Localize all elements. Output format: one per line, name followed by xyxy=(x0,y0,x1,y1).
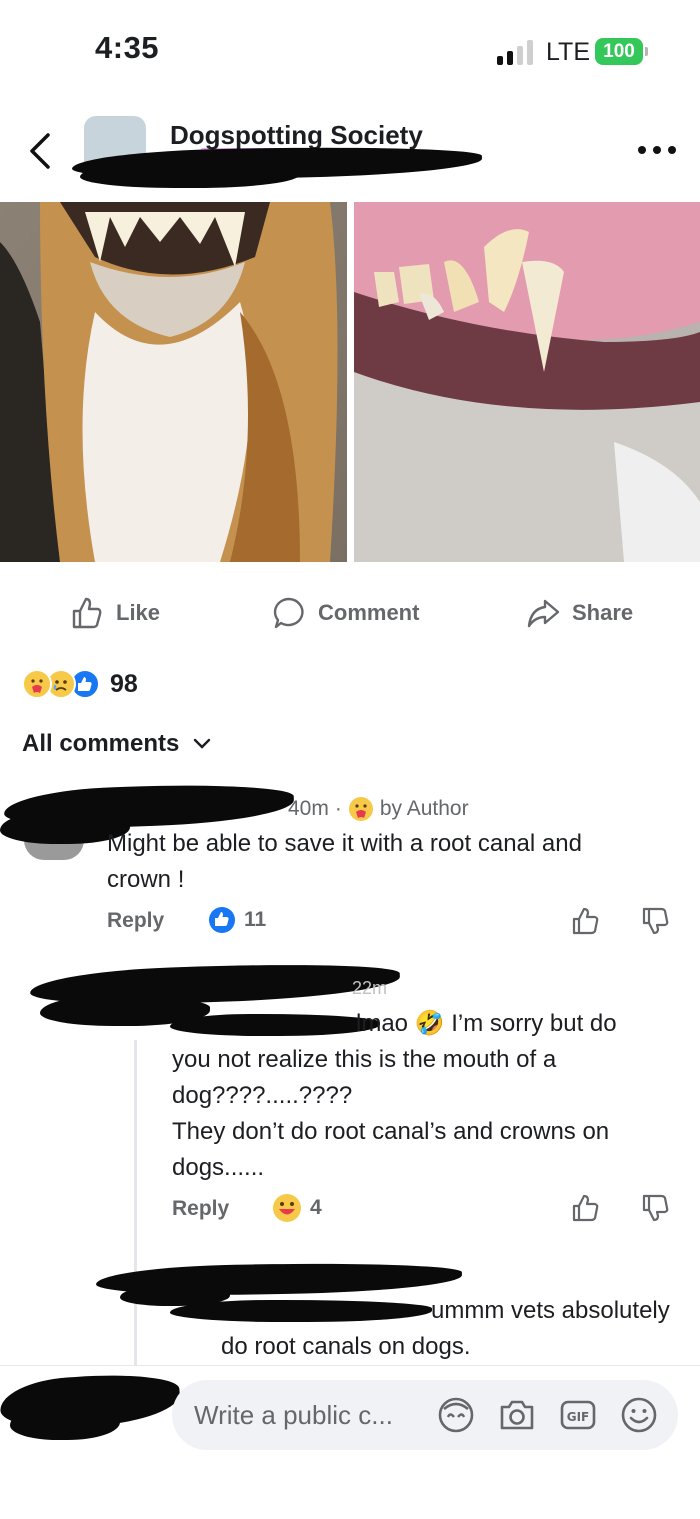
like-label: Like xyxy=(116,600,161,625)
like-emoji-icon xyxy=(209,907,235,933)
comment-input[interactable]: Write a public c... GIF xyxy=(172,1380,678,1450)
care-emoji-icon xyxy=(348,797,373,821)
redaction-mark xyxy=(80,162,300,188)
comment-line: dogs...... xyxy=(172,1154,265,1181)
comment-like-count[interactable]: 11 xyxy=(208,906,266,934)
avatar-sticker-icon[interactable] xyxy=(436,1395,476,1435)
comment-meta: 40m · by Author xyxy=(288,796,469,822)
dog-photo-right xyxy=(354,202,700,562)
comment-line: do root canals on dogs. xyxy=(221,1333,471,1360)
grin-emoji-icon xyxy=(273,1194,301,1222)
comment-line: dog????.....???? xyxy=(172,1082,353,1109)
group-header: Dogspotting Society xyxy=(0,100,700,198)
author-badge: by Author xyxy=(379,797,469,820)
emoji-icon[interactable] xyxy=(619,1395,659,1435)
thumbs-up-icon[interactable] xyxy=(571,1193,601,1223)
comment-body: ummm vets absolutely do root canals on d… xyxy=(221,1293,670,1365)
comment-composer-bar: Write a public c... GIF xyxy=(0,1365,700,1519)
post-photo-right[interactable] xyxy=(354,202,700,562)
reply-button[interactable]: Reply xyxy=(107,909,164,933)
share-arrow-icon xyxy=(527,599,560,628)
status-time: 4:35 xyxy=(95,30,160,65)
comment-label: Comment xyxy=(318,600,420,625)
battery-icon: 100 xyxy=(595,38,648,65)
meta-separator: · xyxy=(334,797,342,820)
thumbs-down-icon[interactable] xyxy=(641,906,671,936)
post-photo-left[interactable] xyxy=(0,202,347,562)
redaction-mark xyxy=(10,1406,120,1440)
like-button[interactable]: Like xyxy=(70,595,160,631)
comments-filter-dropdown[interactable]: All comments xyxy=(22,730,211,758)
camera-icon[interactable] xyxy=(497,1395,537,1435)
comment-meta: 22m xyxy=(352,978,387,999)
like-count: 11 xyxy=(244,908,267,931)
thumbs-down-icon[interactable] xyxy=(641,1193,671,1223)
post-action-bar: Like Comment Share xyxy=(0,585,700,641)
share-label: Share xyxy=(572,600,634,625)
comment-line: They don’t do root canal’s and crowns on xyxy=(172,1118,610,1145)
svg-text:GIF: GIF xyxy=(567,1410,590,1424)
thumbs-up-icon xyxy=(72,597,102,629)
more-horizontal-icon[interactable] xyxy=(638,146,678,156)
thumbs-up-icon[interactable] xyxy=(571,906,601,936)
care-emoji-icon xyxy=(22,669,52,699)
reply-thread-line xyxy=(134,1040,137,1366)
comment-time: 40m xyxy=(288,797,329,820)
chevron-left-icon[interactable] xyxy=(24,131,58,171)
reply-button[interactable]: Reply xyxy=(172,1197,229,1221)
reaction-count: 98 xyxy=(110,669,138,698)
comment-line: lmao 🤣 I’m sorry but do xyxy=(356,1010,617,1037)
comment-line: ummm vets absolutely xyxy=(431,1297,670,1324)
share-button[interactable]: Share xyxy=(526,595,633,631)
comment-line: you not realize this is the mouth of a xyxy=(172,1046,557,1073)
comment-reaction-count[interactable]: 4 xyxy=(272,1193,322,1223)
comment-body: Might be able to save it with a root can… xyxy=(107,826,582,898)
network-label: LTE xyxy=(546,38,590,66)
comment-icon xyxy=(273,597,304,629)
comment-line: Might be able to save it with a root can… xyxy=(107,830,582,857)
reaction-summary[interactable]: 98 xyxy=(22,668,138,700)
dog-photo-left xyxy=(0,202,347,562)
comment-time: 22m xyxy=(352,978,388,998)
status-bar: 4:35 LTE 100 xyxy=(0,0,700,100)
signal-icon xyxy=(497,39,537,65)
comment-button[interactable]: Comment xyxy=(272,595,419,631)
comment-body: lmao 🤣 I’m sorry but do you not realize … xyxy=(172,1006,617,1186)
chevron-down-icon xyxy=(194,738,211,749)
group-name[interactable]: Dogspotting Society xyxy=(170,120,423,151)
comment-line: crown ! xyxy=(107,866,185,893)
comment-input-placeholder: Write a public c... xyxy=(194,1400,393,1430)
reaction-count-label: 4 xyxy=(310,1196,322,1219)
gif-icon[interactable]: GIF xyxy=(558,1395,598,1435)
comments-filter-label: All comments xyxy=(22,730,180,757)
